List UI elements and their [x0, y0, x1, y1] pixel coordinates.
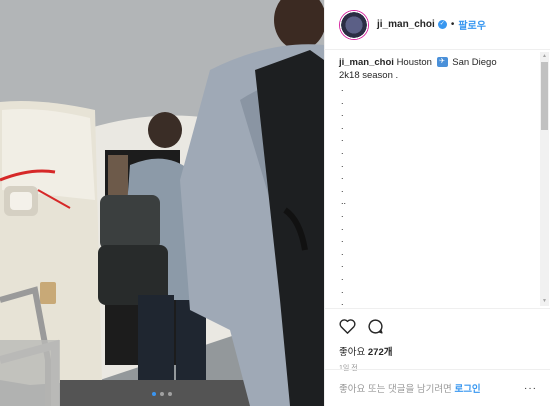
post-header: ji_man_choi ✓ • 팔로우 [325, 0, 550, 50]
carousel-dot [168, 392, 172, 396]
dot-line: . [341, 183, 344, 194]
more-options-icon[interactable]: ··· [524, 383, 537, 394]
dot-line: . [341, 171, 344, 182]
comment-icon[interactable] [367, 318, 384, 335]
comments-area[interactable]: ji_man_choi Houston ✈ San Diego 2k18 sea… [325, 56, 537, 306]
comment-prompt: 좋아요 또는 댓글을 남기려면 로그인 ··· [325, 369, 550, 406]
avatar[interactable] [339, 9, 369, 40]
caption-text-2: San Diego [452, 57, 497, 68]
dot-line: . [341, 95, 344, 106]
action-icons [339, 317, 537, 335]
carousel-dot [160, 392, 164, 396]
post-image [0, 0, 324, 406]
caption: ji_man_choi Houston ✈ San Diego 2k18 sea… [339, 56, 537, 82]
likes-label: 좋아요 [339, 347, 366, 358]
dot-line: . [341, 271, 344, 282]
scrollbar-thumb[interactable] [541, 62, 548, 130]
dot-line: . [341, 234, 344, 245]
comments-scrollbar[interactable]: ▲ ▼ [540, 52, 549, 306]
dot-line: . [341, 221, 344, 232]
follow-button[interactable]: 팔로우 [458, 17, 486, 32]
caption-username[interactable]: ji_man_choi [339, 57, 394, 68]
caption-dots: . . . . . . . . . .. . . . . . . . . [339, 82, 537, 306]
dot-line: .. [341, 196, 347, 207]
heart-icon[interactable] [339, 318, 356, 334]
dot-line: . [341, 208, 344, 219]
dot-line: . [341, 297, 344, 306]
dot-line: . [341, 83, 344, 93]
username-link[interactable]: ji_man_choi [377, 19, 435, 30]
caption-line-2: 2k18 season . [339, 70, 399, 81]
dot-line: . [341, 120, 344, 131]
scroll-down-arrow-icon[interactable]: ▼ [540, 297, 549, 306]
dot-line: . [341, 133, 344, 144]
airplane-emoji: ✈ [436, 57, 448, 68]
login-link[interactable]: 로그인 [454, 384, 480, 395]
caption-text-1: Houston [396, 57, 432, 68]
verified-icon: ✓ [437, 20, 447, 29]
dot-line: . [341, 284, 344, 295]
likes-summary[interactable]: 좋아요 272개 [339, 344, 537, 358]
post-side-panel: ji_man_choi ✓ • 팔로우 ji_man_choi Houston … [324, 0, 550, 406]
comment-login-prompt: 좋아요 또는 댓글을 남기려면 로그인 [339, 381, 481, 395]
separator-dot: • [450, 19, 455, 30]
scroll-up-arrow-icon[interactable]: ▲ [540, 52, 549, 61]
dot-line: . [341, 259, 344, 270]
dot-line: . [341, 158, 344, 169]
likes-count: 272개 [367, 347, 393, 358]
post-photo[interactable] [0, 0, 324, 406]
post-actions: 좋아요 272개 1일 전 [325, 308, 550, 372]
dot-line: . [341, 145, 344, 156]
dot-line: . [341, 108, 344, 119]
comment-placeholder: 좋아요 또는 댓글을 남기려면 [339, 384, 452, 395]
dot-line: . [341, 246, 344, 257]
carousel-indicator [0, 392, 324, 396]
carousel-dot [152, 392, 156, 396]
